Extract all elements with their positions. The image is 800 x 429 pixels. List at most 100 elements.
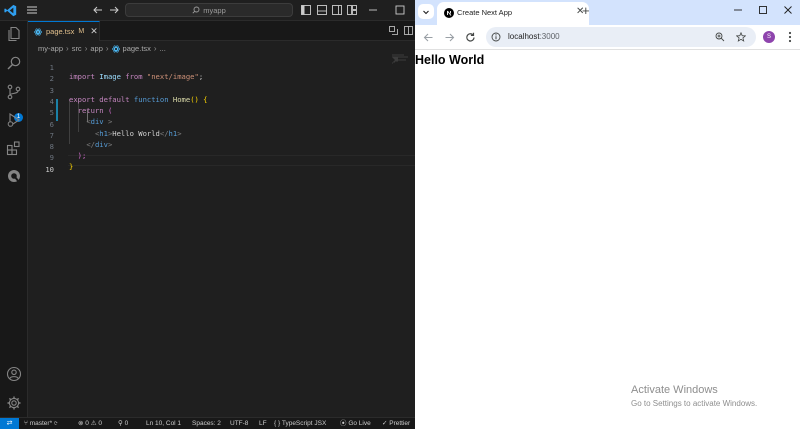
- code-line: 4 return (: [28, 88, 415, 115]
- code-line: 7 </div>: [28, 122, 415, 149]
- hamburger-menu-icon[interactable]: [26, 4, 38, 16]
- chrome-toolbar: localhost:3000 S: [415, 25, 800, 50]
- vscode-logo-icon: [4, 4, 17, 17]
- page-heading: Hello World: [415, 53, 485, 67]
- code-line: 2: [28, 65, 415, 83]
- command-center-search[interactable]: myapp: [125, 3, 293, 17]
- explorer-icon[interactable]: [6, 26, 22, 42]
- code-line: 1 import Image from "next/image";: [28, 54, 415, 81]
- breadcrumb-item[interactable]: my-app: [38, 44, 63, 53]
- more-options-icon[interactable]: [785, 31, 795, 43]
- ports-status[interactable]: ⚲ 0: [118, 419, 128, 429]
- toggle-secondary-sidebar-icon[interactable]: [332, 5, 342, 15]
- watermark-subtitle: Go to Settings to activate Windows.: [631, 399, 758, 408]
- url-text[interactable]: localhost:3000: [508, 32, 560, 41]
- cursor-position[interactable]: Ln 10, Col 1: [146, 419, 181, 429]
- customize-layout-icon[interactable]: [347, 5, 357, 15]
- language-mode[interactable]: { } TypeScript JSX: [274, 419, 326, 429]
- warning-count: 0: [98, 420, 102, 427]
- tab-modified-indicator: M: [78, 28, 85, 35]
- ports-count: 0: [124, 420, 129, 427]
- breadcrumb-item[interactable]: page.tsx: [123, 44, 151, 53]
- encoding-status[interactable]: UTF-8: [230, 419, 248, 429]
- split-editor-icon[interactable]: [404, 26, 413, 35]
- browser-tab[interactable]: Create Next App ✕: [437, 2, 589, 25]
- maximize-icon[interactable]: [395, 5, 405, 15]
- vscode-titlebar: myapp: [0, 0, 415, 21]
- forward-arrow-icon[interactable]: [444, 32, 455, 43]
- run-debug-icon[interactable]: [6, 112, 22, 128]
- site-info-icon[interactable]: [491, 32, 501, 42]
- activity-bar: 1: [0, 21, 28, 417]
- status-bar: ⇄ ⑂ master* ⟳ ⊗ 0 ⚠ 0 ⚲ 0 Ln 10, Col 1 S…: [0, 417, 415, 429]
- branch-name: master*: [29, 420, 53, 427]
- go-live-label: Go Live: [348, 420, 371, 427]
- reload-icon[interactable]: [465, 32, 476, 43]
- editor-tabs-bar: page.tsx M ✕: [28, 21, 415, 41]
- vscode-window: myapp 1 page.tsx M ✕ my-app › src › app …: [0, 0, 415, 429]
- tab-close-icon[interactable]: ✕: [90, 26, 98, 37]
- code-line: 10: [28, 156, 415, 174]
- breadcrumb: my-app › src › app › page.tsx › ...: [38, 43, 166, 54]
- code-line: 5 <div >: [28, 99, 415, 126]
- error-count: 0: [85, 420, 89, 427]
- back-arrow-icon[interactable]: [92, 4, 104, 16]
- extensions-icon[interactable]: [6, 140, 22, 156]
- bookmark-star-icon[interactable]: [736, 32, 746, 42]
- minimap[interactable]: [392, 54, 410, 64]
- toggle-panel-icon[interactable]: [317, 5, 327, 15]
- minimize-icon[interactable]: [733, 5, 743, 15]
- branch-status[interactable]: ⑂ master* ⟳: [24, 419, 58, 429]
- breadcrumb-item[interactable]: app: [90, 44, 103, 53]
- breadcrumb-item[interactable]: ...: [160, 44, 166, 53]
- chevron-down-icon: [423, 10, 429, 14]
- chevron-right-icon: ›: [84, 44, 88, 53]
- forward-arrow-icon[interactable]: [108, 4, 120, 16]
- line-number: 10: [45, 164, 54, 174]
- back-arrow-icon[interactable]: [423, 32, 434, 43]
- search-icon: [192, 6, 200, 14]
- search-icon[interactable]: [6, 55, 22, 71]
- go-live-button[interactable]: ⦿ Go Live: [340, 419, 371, 429]
- editor-actions: [389, 26, 413, 35]
- tab-search-button[interactable]: [418, 4, 434, 19]
- maximize-icon[interactable]: [758, 5, 768, 15]
- breadcrumb-item[interactable]: src: [72, 44, 82, 53]
- remote-indicator-icon[interactable]: ⇄: [0, 418, 19, 429]
- tab-title: Create Next App: [457, 8, 513, 17]
- minimize-icon[interactable]: [368, 5, 378, 15]
- prettier-status[interactable]: ✓ Prettier: [382, 419, 410, 429]
- url-port: :3000: [539, 32, 560, 41]
- profile-avatar[interactable]: S: [763, 31, 775, 43]
- close-icon[interactable]: [783, 5, 793, 15]
- address-bar[interactable]: localhost:3000: [486, 27, 756, 47]
- code-editor[interactable]: 1 import Image from "next/image"; 2 3 ex…: [28, 54, 415, 417]
- activate-windows-watermark: Activate Windows Go to Settings to activ…: [631, 384, 757, 408]
- chrome-window: Create Next App ✕ + localhost:3000 S Hel…: [415, 0, 800, 429]
- nextjs-favicon-icon: [444, 8, 454, 18]
- language-label: TypeScript JSX: [281, 420, 327, 427]
- command-center-label: myapp: [203, 5, 226, 15]
- account-icon[interactable]: [6, 366, 22, 382]
- chevron-right-icon: ›: [66, 44, 69, 53]
- settings-gear-icon[interactable]: [6, 395, 22, 411]
- prettier-label: Prettier: [389, 420, 411, 427]
- chevron-right-icon: ›: [153, 44, 157, 53]
- eol-status[interactable]: LF: [259, 419, 267, 429]
- tab-filename: page.tsx: [46, 27, 75, 36]
- tab-page-tsx[interactable]: page.tsx M ✕: [28, 21, 100, 41]
- code-line: 8 );: [28, 133, 415, 160]
- chrome-tab-strip: Create Next App ✕ +: [415, 0, 800, 25]
- remote-explorer-icon[interactable]: [6, 168, 22, 184]
- problems-status[interactable]: ⊗ 0 ⚠ 0: [78, 419, 102, 429]
- code-line: 6 <h1>Hello World</h1>: [28, 111, 415, 138]
- source-control-icon[interactable]: [6, 84, 22, 100]
- new-tab-button[interactable]: +: [582, 3, 590, 18]
- code-line: 3 export default function Home() {: [28, 77, 415, 104]
- zoom-icon[interactable]: [715, 32, 725, 42]
- indentation-status[interactable]: Spaces: 2: [192, 419, 221, 429]
- compare-changes-icon[interactable]: [389, 26, 398, 35]
- toggle-primary-sidebar-icon[interactable]: [301, 5, 311, 15]
- url-host: localhost: [508, 32, 540, 41]
- watermark-title: Activate Windows: [631, 384, 718, 396]
